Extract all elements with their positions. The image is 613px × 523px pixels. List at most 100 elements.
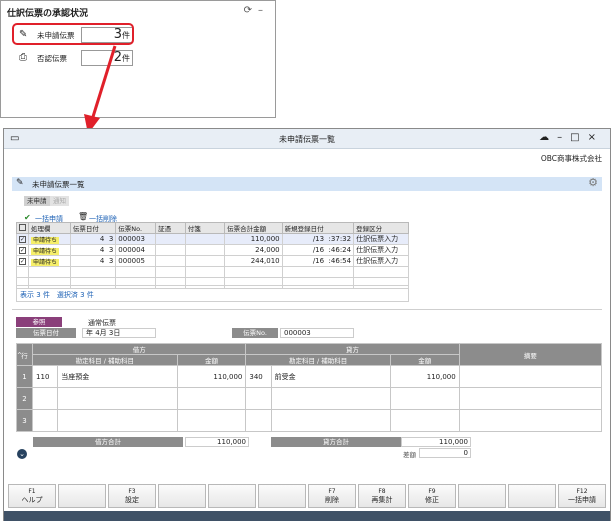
window-controls: ☁–□× — [539, 132, 604, 143]
f4-button[interactable] — [158, 484, 206, 508]
status-badge: 申請待ち — [31, 247, 60, 255]
column-header[interactable]: 伝票No. — [115, 222, 157, 234]
column-header[interactable]: 登録区分 — [353, 222, 409, 234]
status-badge: 申請待ち — [31, 236, 60, 244]
credit-total-label: 貸方合計 — [271, 437, 401, 447]
section-title: 未申請伝票一覧 — [32, 180, 85, 189]
rejected-document-icon: ⎙ — [19, 52, 27, 63]
debit-amount-header: 金額 — [176, 354, 247, 366]
table-row[interactable]: 1 110 当座預金 110,000 340 前受金 110,000 — [15, 365, 603, 388]
slip-amount: 244,010 — [224, 255, 283, 267]
table-row — [16, 266, 409, 278]
f7-delete-button[interactable]: F7 削除 — [308, 484, 356, 508]
debit-account-header: 勘定科目 / 補助科目 — [32, 354, 178, 366]
debit-account[interactable]: 当座預金 — [57, 365, 178, 388]
slip-no: 000005 — [115, 255, 157, 267]
trash-icon: 🗑 — [78, 212, 89, 221]
tab-unapplied[interactable]: 未申請 — [24, 196, 50, 206]
f11-button[interactable] — [508, 484, 556, 508]
table-row[interactable]: ✓ 申請待ち 4 3 000003 110,000 /13 :37:32 仕訳伝… — [16, 233, 409, 245]
slip-date-field[interactable]: 年 4月 3日 — [82, 328, 156, 338]
credit-code[interactable]: 340 — [245, 365, 272, 388]
table-row[interactable]: ✓ 申請待ち 4 3 000004 24,000 /16 :46:24 仕訳伝票… — [16, 244, 409, 256]
tab-notice[interactable]: 通知 — [50, 196, 69, 206]
widget-controls: ⟳– — [244, 5, 269, 16]
column-header[interactable]: 伝票日付 — [69, 222, 117, 234]
journal-table: 行 借方 貸方 摘要 勘定科目 / 補助科目 金額 勘定科目 / 補助科目 金額… — [15, 343, 603, 432]
widget-title: 仕訳伝票の承認状況 — [7, 9, 89, 19]
f1-help-button[interactable]: F1 ヘルプ — [8, 484, 56, 508]
f2-button[interactable] — [58, 484, 106, 508]
table-header: 行 借方 貸方 摘要 — [15, 343, 603, 366]
registration-kind: 仕訳伝票入力 — [353, 233, 409, 245]
select-all-checkbox[interactable] — [19, 223, 26, 231]
close-icon[interactable]: × — [588, 132, 604, 143]
column-header[interactable]: 新規登録日付 — [281, 222, 355, 234]
credit-account-header: 勘定科目 / 補助科目 — [245, 354, 391, 366]
gear-icon[interactable]: ⚙ — [588, 176, 598, 189]
slip-no-label: 伝票No. — [232, 328, 278, 338]
table-row[interactable]: 2 — [15, 387, 603, 410]
expand-down-icon[interactable]: ⌄ — [17, 449, 27, 459]
f8-recalc-button[interactable]: F8 再集計 — [358, 484, 406, 508]
column-header[interactable]: 証憑 — [155, 222, 186, 234]
row-checkbox[interactable]: ✓ — [19, 258, 26, 265]
registration-kind: 仕訳伝票入力 — [353, 255, 409, 267]
slip-date-label: 伝票日付 — [16, 328, 76, 338]
approval-status-widget: 仕訳伝票の承認状況 ⟳– ✎ 未申請伝票 3件 ⎙ 否認伝票 2件 — [0, 0, 276, 118]
column-header[interactable]: 付箋 — [184, 222, 226, 234]
slip-no: 000004 — [115, 244, 157, 256]
credit-amount-header: 金額 — [389, 354, 460, 366]
credit-amount[interactable]: 110,000 — [389, 365, 460, 388]
maximize-icon[interactable]: □ — [570, 132, 587, 143]
row-checkbox[interactable]: ✓ — [19, 236, 26, 243]
debit-amount[interactable]: 110,000 — [176, 365, 247, 388]
difference-value: 0 — [419, 448, 471, 458]
difference-label: 差額 — [403, 451, 416, 459]
column-header[interactable]: 処理欄 — [28, 222, 71, 234]
debit-header: 借方 — [32, 343, 247, 355]
minimize-icon[interactable]: – — [557, 132, 570, 143]
edit-document-icon: ✎ — [16, 178, 24, 188]
slip-no: 000003 — [115, 233, 157, 245]
check-circle-icon: ✔ — [24, 213, 31, 222]
table-row[interactable]: ✓ 申請待ち 4 3 000005 244,010 /16 :46:54 仕訳伝… — [16, 255, 409, 267]
table-row[interactable]: 3 — [15, 409, 603, 432]
minimize-icon[interactable]: – — [258, 5, 269, 16]
debit-code[interactable]: 110 — [32, 365, 59, 388]
slip-no-field[interactable]: 000003 — [280, 328, 354, 338]
f9-edit-button[interactable]: F9 修正 — [408, 484, 456, 508]
title-bar: ▭ 未申請伝票一覧 ☁–□× — [4, 129, 610, 149]
row-checkbox[interactable]: ✓ — [19, 247, 26, 254]
f3-settings-button[interactable]: F3 設定 — [108, 484, 156, 508]
credit-total: 110,000 — [401, 437, 471, 447]
slip-type: 通常伝票 — [88, 319, 116, 327]
collapse-icon[interactable]: ^ — [17, 352, 22, 359]
refresh-icon[interactable]: ⟳ — [244, 5, 258, 16]
f5-button[interactable] — [208, 484, 256, 508]
debit-total-label: 借方合計 — [33, 437, 183, 447]
f6-button[interactable] — [258, 484, 306, 508]
credit-header: 貸方 — [245, 343, 460, 355]
grid-summary: 表示 3 件 選択済 3 件 — [16, 285, 409, 302]
f12-bulk-apply-button[interactable]: F12 一括申請 — [558, 484, 606, 508]
select-all-column[interactable] — [16, 222, 29, 234]
column-header[interactable]: 伝票合計金額 — [224, 222, 283, 234]
section-header: ✎ 未申請伝票一覧 ⚙ — [12, 176, 602, 191]
rejected-label: 否認伝票 — [37, 53, 67, 63]
credit-account[interactable]: 前受金 — [270, 365, 391, 388]
company-name: OBC商事株式会社 — [540, 154, 602, 163]
divider — [12, 309, 602, 310]
status-bar — [4, 511, 610, 521]
memo-cell[interactable] — [458, 365, 603, 388]
unapplied-slip-window: ▭ 未申請伝票一覧 ☁–□× OBC商事株式会社 ✎ 未申請伝票一覧 ⚙ 未申請… — [3, 128, 611, 521]
slip-list-table: 処理欄 伝票日付 伝票No. 証憑 付箋 伝票合計金額 新規登録日付 登録区分 … — [16, 222, 409, 289]
slip-amount: 110,000 — [224, 233, 283, 245]
f10-button[interactable] — [458, 484, 506, 508]
memo-header: 摘要 — [458, 343, 603, 366]
window-title: 未申請伝票一覧 — [279, 135, 335, 144]
slip-amount: 24,000 — [224, 244, 283, 256]
registration-kind: 仕訳伝票入力 — [353, 244, 409, 256]
reference-label: 参照 — [16, 317, 62, 327]
debit-total: 110,000 — [185, 437, 249, 447]
